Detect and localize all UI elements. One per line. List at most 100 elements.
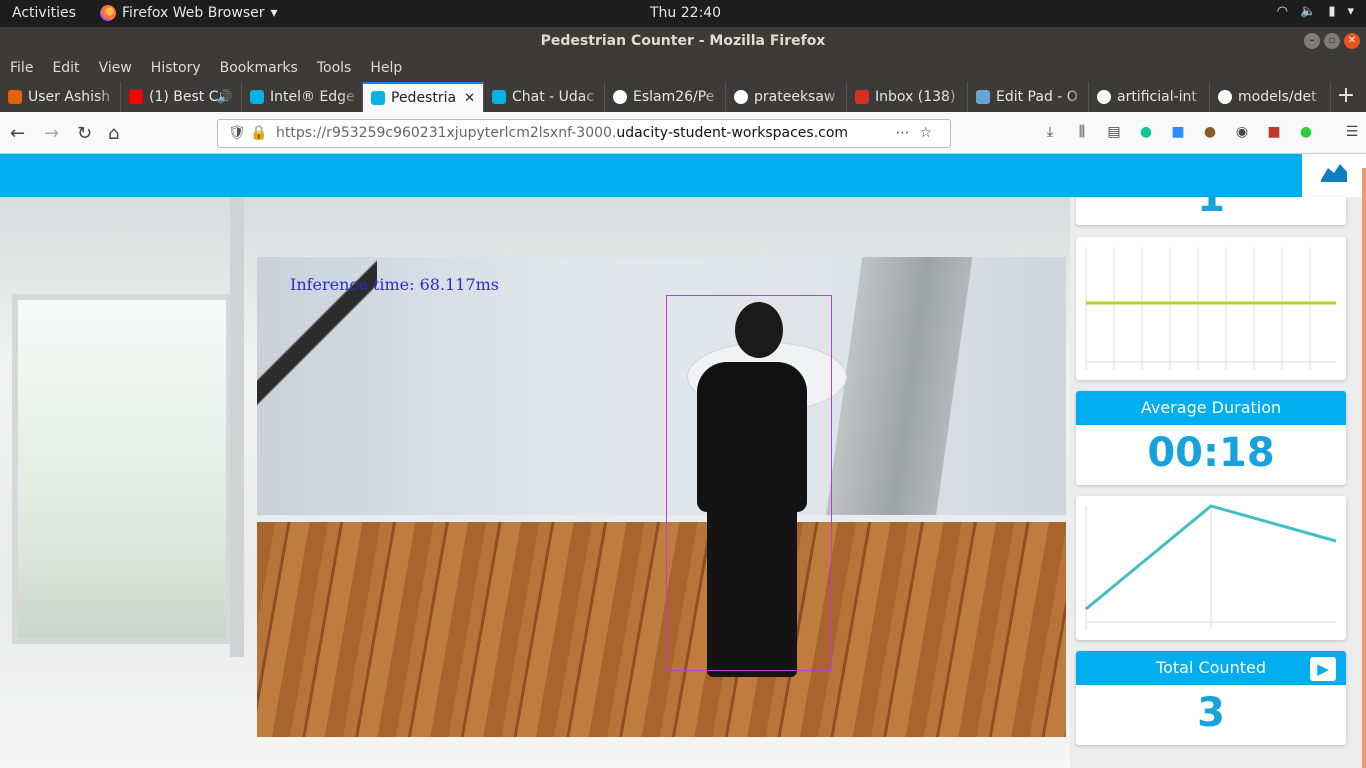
average-duration-title: Average Duration	[1076, 391, 1346, 425]
detection-bounding-box	[666, 295, 832, 671]
udacity-icon	[492, 90, 506, 104]
tab-chat[interactable]: Chat - Udac	[484, 82, 605, 112]
url-host: udacity-student-workspaces.com	[616, 125, 849, 141]
tab-edit-pad[interactable]: Edit Pad - O	[968, 82, 1089, 112]
close-tab-icon[interactable]: ✕	[464, 91, 475, 106]
youtube-icon	[129, 90, 143, 104]
total-counted-header: Total Counted ▶	[1076, 651, 1346, 685]
library-icon[interactable]: ⫼	[1072, 124, 1092, 140]
lock-icon[interactable]: 🛡 🔒	[228, 120, 268, 147]
github-icon	[1218, 90, 1232, 104]
video-feed: Inference time: 68.117ms	[257, 257, 1066, 737]
hamburger-menu-icon[interactable]: ☰	[1342, 124, 1362, 140]
app-name: Firefox Web Browser	[122, 5, 265, 21]
tab-github-eslam[interactable]: Eslam26/Pe	[605, 82, 726, 112]
page-actions[interactable]: ⋯☆	[895, 120, 942, 147]
battery-icon: ▮	[1328, 4, 1336, 19]
reload-button[interactable]: ↻	[77, 123, 92, 144]
tab-label: Pedestria	[391, 90, 457, 106]
tab-pedestrian[interactable]: Pedestria ✕	[363, 82, 484, 112]
chevron-down-icon: ▾	[270, 5, 278, 21]
volume-icon: 🔈	[1300, 4, 1317, 19]
wifi-icon: ◠	[1276, 4, 1289, 19]
tab-user-ashish[interactable]: User Ashish	[0, 82, 121, 112]
menubar: File Edit View History Bookmarks Tools H…	[0, 55, 1366, 82]
grammarly-icon[interactable]: ●	[1136, 124, 1156, 140]
extension-green-icon[interactable]: ●	[1296, 124, 1316, 140]
tab-label: models/det	[1238, 89, 1317, 105]
play-icon[interactable]: ▶	[1310, 657, 1336, 681]
system-tray[interactable]: ◠ 🔈 ▮ ▾	[1277, 4, 1354, 19]
home-button[interactable]: ⌂	[108, 123, 119, 144]
scrollbar[interactable]	[1362, 168, 1366, 768]
tab-strip: User Ashish (1) Best C🔊 Intel® Edge Pede…	[0, 82, 1366, 112]
total-counted-title: Total Counted	[1156, 658, 1266, 677]
total-counted-value: 3	[1197, 690, 1225, 736]
total-counted-card: Total Counted ▶ 3	[1076, 651, 1346, 745]
notepad-icon	[976, 90, 990, 104]
tab-intel-edge[interactable]: Intel® Edge	[242, 82, 363, 112]
count-chart-card	[1076, 237, 1346, 380]
maximize-button[interactable]: ▫	[1324, 33, 1340, 49]
menu-file[interactable]: File	[10, 55, 42, 82]
udacity-icon	[371, 91, 385, 105]
account-icon[interactable]: ◉	[1232, 124, 1252, 140]
url-bar[interactable]: 🛡 🔒 https://r953259c960231xjupyterlcm2ls…	[217, 119, 951, 148]
download-icon[interactable]: ⤓	[1040, 124, 1060, 140]
close-button[interactable]: ✕	[1344, 33, 1360, 49]
inference-time-label: Inference time: 68.117ms	[290, 275, 499, 294]
area-chart-icon	[1321, 164, 1347, 182]
cookie-icon[interactable]: ●	[1200, 124, 1220, 140]
github-icon	[613, 90, 627, 104]
github-icon	[734, 90, 748, 104]
chevron-down-icon: ▾	[1347, 4, 1354, 19]
minimize-button[interactable]: –	[1304, 33, 1320, 49]
menu-view[interactable]: View	[99, 55, 141, 82]
background-mullion	[230, 197, 244, 657]
tab-label: (1) Best C	[149, 89, 219, 105]
menu-help[interactable]: Help	[370, 55, 411, 82]
tab-favicon-icon	[8, 90, 22, 104]
menu-history[interactable]: History	[151, 55, 210, 82]
new-tab-button[interactable]: +	[1331, 82, 1361, 112]
system-top-bar: Activities Firefox Web Browser ▾ Thu 22:…	[0, 0, 1366, 27]
average-duration-value: 00:18	[1147, 430, 1275, 476]
udacity-icon	[250, 90, 264, 104]
tab-github-prateek[interactable]: prateeksaw	[726, 82, 847, 112]
tab-github-artificial[interactable]: artificial-int	[1089, 82, 1210, 112]
app-header	[0, 154, 1302, 197]
count-line-chart	[1085, 247, 1336, 370]
sidebar-icon[interactable]: ▤	[1104, 124, 1124, 140]
duration-chart-card	[1076, 496, 1346, 640]
tab-gmail[interactable]: Inbox (138)	[847, 82, 968, 112]
background-window	[12, 294, 232, 644]
url-prefix: https://r953259c960231xjupyterlcm2lsxnf-…	[276, 125, 617, 141]
menu-tools[interactable]: Tools	[317, 55, 361, 82]
back-button[interactable]: ←	[10, 123, 25, 144]
window-title: Pedestrian Counter - Mozilla Firefox	[540, 33, 826, 49]
chart-toggle-button[interactable]	[1302, 154, 1366, 197]
menu-bookmarks[interactable]: Bookmarks	[220, 55, 307, 82]
current-count-value: 1	[1197, 197, 1225, 221]
tab-youtube[interactable]: (1) Best C🔊	[121, 82, 242, 112]
tab-label: artificial-int	[1117, 89, 1197, 105]
window-titlebar: Pedestrian Counter - Mozilla Firefox – ▫…	[0, 27, 1366, 55]
extension-icon[interactable]: ■	[1264, 124, 1284, 140]
tab-label: Inbox (138)	[875, 89, 956, 105]
average-duration-card: Average Duration 00:18	[1076, 391, 1346, 485]
toolbar-icons: ⤓ ⫼ ▤ ● ■ ● ◉ ■ ● ☰	[1040, 124, 1362, 140]
current-count-card: 1	[1076, 197, 1346, 225]
app-menu[interactable]: Firefox Web Browser ▾	[100, 5, 278, 21]
navigation-bar: ← → ↻ ⌂ 🛡 🔒 https://r953259c960231xjupyt…	[0, 112, 1366, 154]
firefox-icon	[100, 5, 116, 21]
forward-button[interactable]: →	[44, 123, 59, 144]
zoom-extension-icon[interactable]: ■	[1168, 124, 1188, 140]
tab-github-models[interactable]: models/det	[1210, 82, 1331, 112]
menu-edit[interactable]: Edit	[52, 55, 88, 82]
page-content: Inference time: 68.117ms 1 Average Durat…	[0, 154, 1366, 768]
gmail-icon	[855, 90, 869, 104]
github-icon	[1097, 90, 1111, 104]
clock[interactable]: Thu 22:40	[650, 5, 721, 21]
activities-button[interactable]: Activities	[12, 5, 76, 21]
duration-line-chart	[1085, 504, 1337, 630]
